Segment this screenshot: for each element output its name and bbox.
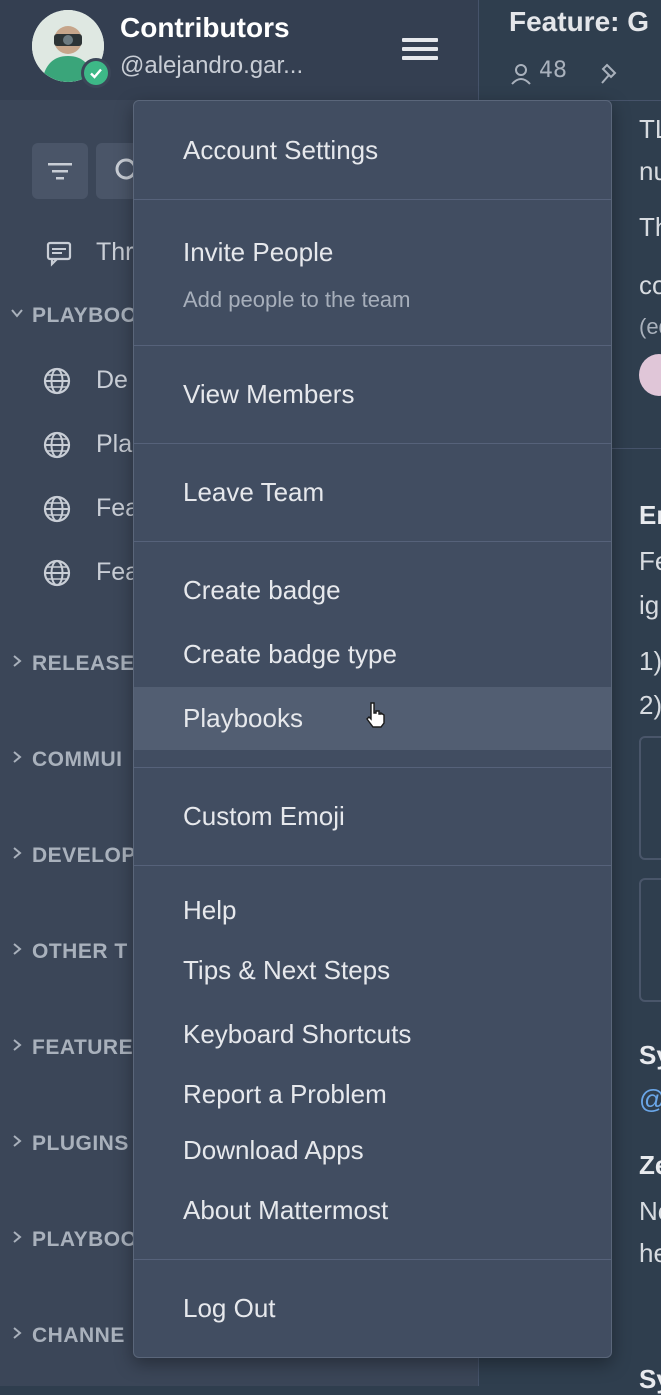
post-text: Th	[639, 212, 661, 242]
chevron-right-icon	[13, 655, 22, 667]
post-author[interactable]: Er	[639, 500, 661, 531]
menu-divider	[134, 443, 611, 444]
online-status-icon	[81, 58, 111, 88]
team-header[interactable]: Contributors @alejandro.gar...	[0, 0, 478, 100]
post-text: TL	[639, 114, 661, 144]
category-label: PLAYBOO	[32, 304, 138, 327]
filter-icon	[48, 163, 72, 180]
category-label: FEATURE	[32, 1036, 134, 1059]
chevron-right-icon	[13, 1135, 22, 1147]
chevron-right-icon	[13, 943, 22, 955]
attachment-box[interactable]	[639, 736, 661, 860]
channel-label: De	[96, 366, 128, 394]
channel-title[interactable]: Feature: G	[509, 6, 649, 38]
attachment-box[interactable]	[639, 878, 661, 1002]
category-label: PLUGINS	[32, 1132, 129, 1155]
globe-icon	[43, 559, 71, 587]
post-text: No	[639, 1196, 661, 1226]
post-text: co	[639, 270, 661, 300]
menu-item-playbooks[interactable]: Playbooks	[134, 687, 611, 750]
post-text: ig	[639, 590, 660, 620]
globe-icon	[43, 495, 71, 523]
post-text: he	[639, 1238, 661, 1268]
channel-header: Feature: G 48	[479, 0, 661, 101]
pointer-cursor-icon	[366, 702, 385, 728]
category-label: OTHER T	[32, 940, 128, 963]
mention-link[interactable]: @	[639, 1084, 661, 1115]
post-author[interactable]: Sy	[639, 1364, 661, 1395]
globe-icon	[43, 431, 71, 459]
post-text: 2)	[639, 690, 661, 720]
channel-label: Pla	[96, 430, 133, 458]
hamburger-menu-icon[interactable]	[402, 38, 438, 62]
threads-icon	[46, 241, 72, 267]
chevron-right-icon	[13, 751, 22, 763]
menu-divider	[134, 345, 611, 346]
menu-divider	[134, 199, 611, 200]
post-author[interactable]: Ze	[639, 1150, 661, 1181]
post-author[interactable]: Sy	[639, 1040, 661, 1071]
menu-divider	[134, 767, 611, 768]
globe-icon	[43, 367, 71, 395]
category-label: RELEASES	[32, 652, 150, 675]
post-text: 1)	[639, 646, 661, 676]
team-menu: Account Settings Invite People Add peopl…	[133, 100, 612, 1358]
menu-divider	[134, 541, 611, 542]
chevron-right-icon	[13, 1039, 22, 1051]
post-avatar[interactable]	[639, 354, 661, 396]
menu-divider	[134, 1259, 611, 1260]
post-edited: (ed	[639, 314, 661, 339]
member-icon[interactable]	[509, 62, 533, 86]
divider	[609, 448, 661, 449]
chevron-right-icon	[13, 847, 22, 859]
post-text: Fe	[639, 546, 661, 576]
chevron-right-icon	[13, 1231, 22, 1243]
menu-divider	[134, 865, 611, 866]
member-count: 48	[539, 58, 567, 83]
post-text: nu	[639, 156, 661, 186]
filter-button[interactable]	[32, 143, 88, 199]
menu-item-subtext: Add people to the team	[183, 287, 411, 312]
sidebar-item-label: Thr	[96, 238, 134, 266]
pin-icon[interactable]	[599, 62, 623, 86]
category-label: CHANNE	[32, 1324, 125, 1347]
chevron-down-icon	[11, 309, 23, 318]
category-label: COMMUI	[32, 748, 123, 771]
team-username: @alejandro.gar...	[120, 52, 304, 79]
category-label: DEVELOP	[32, 844, 136, 867]
category-label: PLAYBOO	[32, 1228, 138, 1251]
menu-item-invite-people[interactable]: Invite People Add people to the team	[134, 237, 611, 317]
team-name[interactable]: Contributors	[120, 12, 290, 44]
chevron-right-icon	[13, 1327, 22, 1339]
